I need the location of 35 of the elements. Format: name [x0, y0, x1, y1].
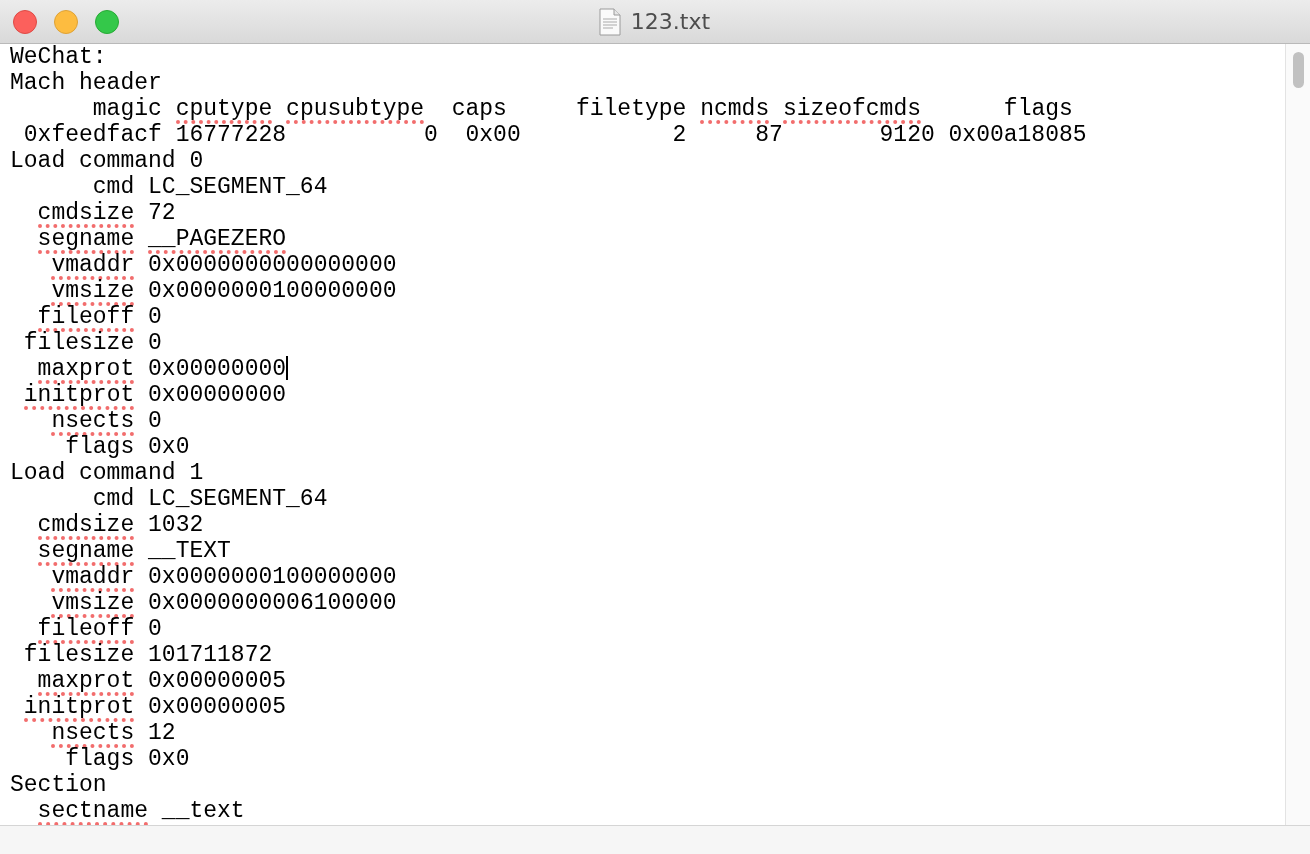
zoom-button[interactable]	[95, 9, 119, 34]
text-line: nsects 12	[50, 720, 176, 746]
text-line: cmdsize 72	[36, 200, 176, 226]
text-line: magic cputype cpusubtype caps filetype ncmds sizeofcmds flags	[92, 96, 1073, 122]
text-line: cmd LC_SEGMENT_64	[91, 486, 328, 512]
text-line: filesize 0	[22, 330, 162, 356]
text-line: segname __TEXT	[36, 538, 231, 564]
text-line: initprot 0x00000000	[22, 382, 287, 408]
text-line: WeChat:	[10, 44, 107, 70]
text-line: vmsize 0x0000000100000000	[51, 278, 397, 304]
text-line: Load command 1	[10, 460, 204, 486]
text-line: cmd LC_SEGMENT_64	[91, 174, 328, 200]
minimize-button[interactable]	[54, 9, 78, 34]
window-title: 123.txt	[630, 9, 711, 34]
text-line: segname __PAGEZERO	[36, 226, 287, 252]
text-line: fileoff 0	[37, 304, 162, 330]
text-line: 0xfeedfacf 16777228 0 0x00 2 87 9120 0x00a18085	[22, 122, 1087, 148]
text-line: vmaddr 0x0000000000000000	[50, 252, 397, 278]
text-line: vmsize 0x0000000006100000	[51, 590, 397, 616]
text-line: filesize 101711872	[22, 642, 273, 668]
document-icon	[598, 7, 621, 36]
text-line: vmaddr 0x0000000100000000	[50, 564, 397, 590]
text-line: Load command 0	[10, 148, 204, 174]
text-line: flags 0x0	[64, 746, 190, 772]
text-line: maxprot 0x00000005	[37, 668, 287, 694]
text-line: flags 0x0	[64, 434, 190, 460]
text-line: cmdsize 1032	[36, 512, 204, 538]
scrollbar-thumb[interactable]	[1292, 52, 1304, 88]
text-line: nsects 0	[50, 408, 162, 434]
text-line: initprot 0x00000005	[22, 694, 287, 720]
text-line: Section	[10, 772, 107, 798]
text-line: maxprot 0x00000000	[37, 356, 287, 382]
text-line: Mach header	[10, 70, 162, 96]
text-line: fileoff 0	[37, 616, 162, 642]
close-button[interactable]	[13, 9, 37, 34]
